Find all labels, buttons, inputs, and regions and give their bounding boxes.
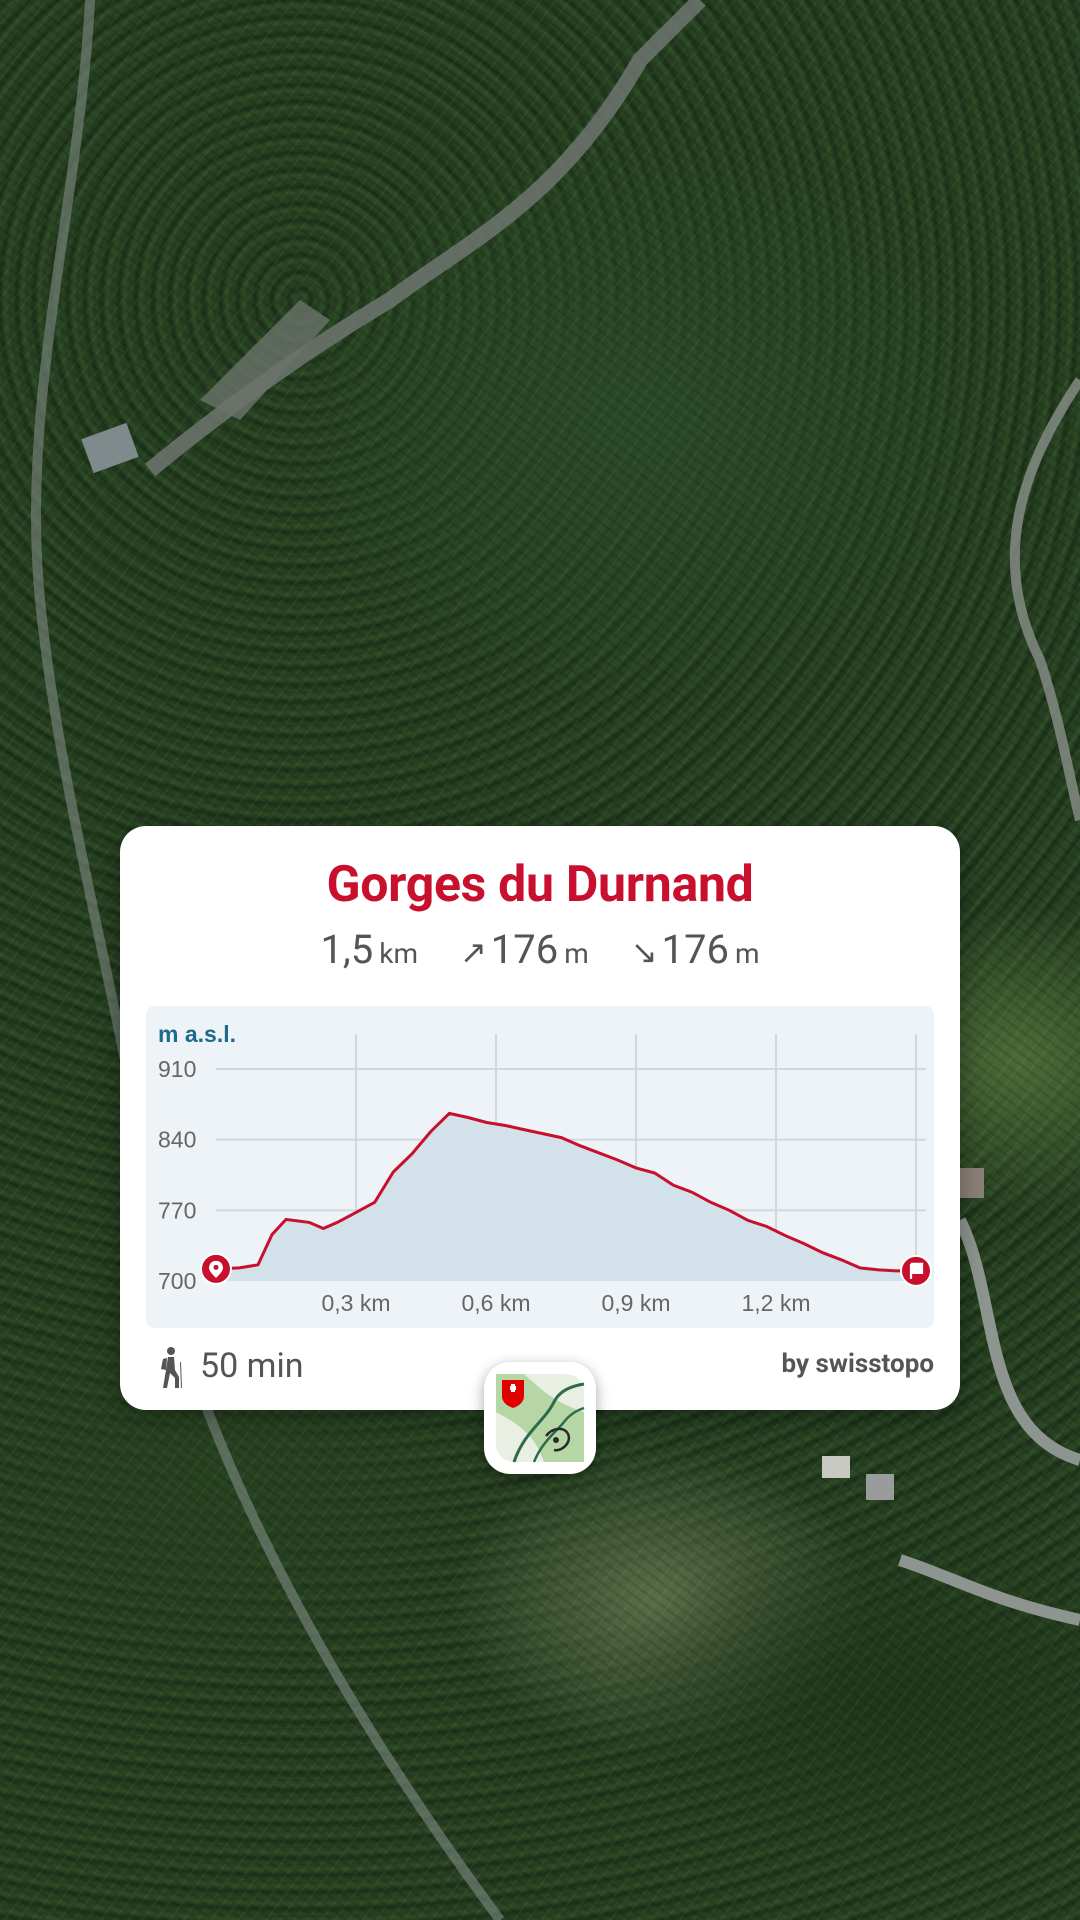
x-tick-label: 0,6 km xyxy=(461,1290,530,1316)
village-road xyxy=(954,1217,1080,1466)
village-road-2 xyxy=(898,1554,1080,1626)
arrow-down-right-icon: ↘ xyxy=(630,933,658,971)
y-tick-label: 770 xyxy=(158,1197,196,1223)
swisstopo-app-icon[interactable] xyxy=(484,1362,596,1474)
right-road xyxy=(1009,377,1080,822)
duration-text: 50 min xyxy=(200,1346,304,1386)
x-tick-label: 1,2 km xyxy=(741,1290,810,1316)
app-icon-graphic xyxy=(496,1374,585,1463)
distance-unit: km xyxy=(379,937,419,970)
y-tick-label: 910 xyxy=(158,1056,196,1082)
y-axis-label: m a.s.l. xyxy=(158,1021,236,1047)
route-title: Gorges du Durnand xyxy=(326,856,754,914)
ascent-value: 176 xyxy=(490,926,559,973)
y-tick-label: 700 xyxy=(158,1268,196,1294)
ascent-unit: m xyxy=(564,937,589,970)
distance-value: 1,5 xyxy=(320,926,374,973)
house xyxy=(958,1168,984,1198)
x-tick-label: 0,9 km xyxy=(601,1290,670,1316)
parking-area xyxy=(200,300,330,420)
descent-stat: ↘ 176 m xyxy=(631,926,760,973)
house xyxy=(822,1456,850,1478)
elevation-chart-svg: m a.s.l. 910 840 770 700 0,3 km 0,6 km 0,9 km… xyxy=(158,1021,932,1316)
building xyxy=(81,422,139,474)
arrow-up-right-icon: ↗ xyxy=(459,933,487,971)
descent-value: 176 xyxy=(661,926,729,973)
descent-unit: m xyxy=(734,937,760,970)
hiker-icon xyxy=(161,1347,182,1388)
start-marker[interactable] xyxy=(200,1252,232,1285)
attribution-text: by swisstopo xyxy=(781,1349,934,1379)
route-card[interactable]: Gorges du Durnand 1,5 km ↗ 176 m ↘ 176 m m a.… xyxy=(120,826,960,1410)
x-tick-label: 0,3 km xyxy=(321,1290,390,1316)
ascent-stat: ↗ 176 m xyxy=(460,926,599,973)
distance-stat: 1,5 km xyxy=(320,926,428,973)
y-tick-label: 840 xyxy=(158,1127,196,1153)
end-marker[interactable] xyxy=(900,1254,932,1287)
elevation-profile-chart[interactable]: m a.s.l. 910 840 770 700 0,3 km 0,6 km 0,9 km… xyxy=(146,1006,934,1328)
route-stats: 1,5 km ↗ 176 m ↘ 176 m xyxy=(120,926,960,973)
house xyxy=(866,1474,894,1500)
